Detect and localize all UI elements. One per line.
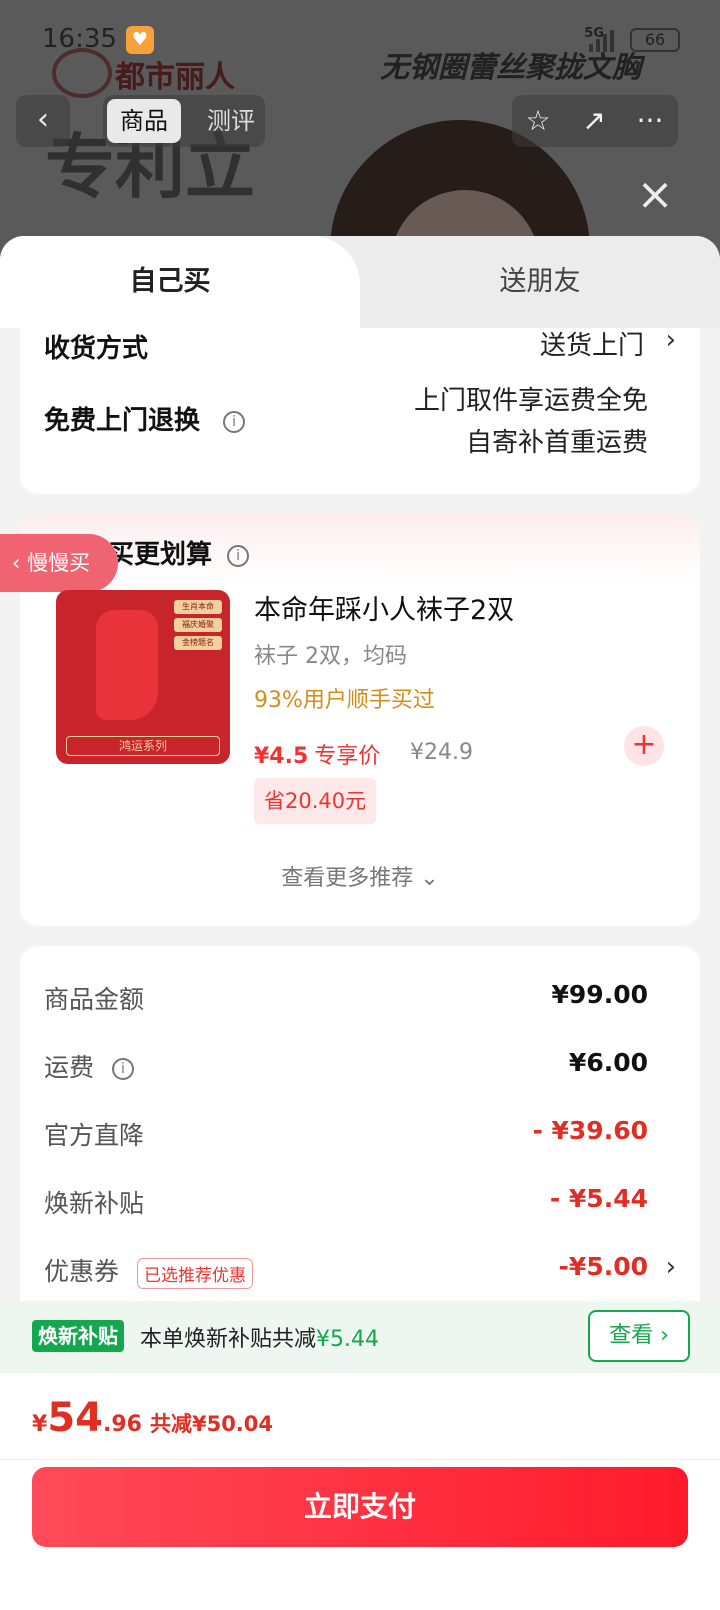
delivery-method-value[interactable]: 送货上门 [540,325,644,367]
image-badge: 福庆婚聚 [174,618,222,632]
share-icon[interactable]: ↗ [574,103,614,139]
payment-footer: ¥54.96 共减¥50.04 立即支付 [0,1373,720,1610]
image-series-label: 鸿运系列 [66,736,220,756]
summary-label: 焕新补贴 [44,1189,145,1218]
sock-illustration [96,610,158,720]
tab-self[interactable]: 自己买 [0,236,360,328]
summary-label: 运费 i [44,1048,134,1084]
subsidy-tag: 焕新补贴 [32,1320,124,1352]
purchase-mode-tabs: 送朋友 自己买 [0,236,720,328]
return-policy-details: 上门取件享运费全免 自寄补首重运费 [414,380,648,464]
info-icon[interactable]: i [227,544,250,567]
return-policy-text: 免费上门退换 [44,406,201,436]
close-icon[interactable]: × [632,172,678,218]
product-price: ¥4.5 专享价 [254,738,380,770]
chevron-right-icon: › [660,1323,669,1348]
plus-icon: + [631,727,657,762]
summary-label: 优惠券 已选推荐优惠 [44,1252,253,1289]
info-icon[interactable]: i [223,410,246,433]
back-button[interactable]: ‹ [16,95,70,147]
page-actions: ☆ ↗ ··· [512,95,678,147]
divider [0,1459,720,1460]
total-decimal: .96 [102,1412,142,1437]
summary-value: - ¥5.44 [549,1184,648,1213]
more-recommendations-label: 查看更多推荐 [281,866,414,891]
subsidy-banner: 焕新补贴 本单焕新补贴共减¥5.44 查看 › [0,1301,720,1373]
return-policy-line1: 上门取件享运费全免 [413,386,648,416]
subsidy-text-label: 本单焕新补贴共减 [140,1327,317,1352]
slow-buy-button[interactable]: ‹ 慢慢买 [0,534,118,592]
summary-value: -¥5.00 [558,1252,648,1281]
chevron-down-icon: ⌄ [420,866,439,891]
price-summary-card: 商品金额 ¥99.00 运费 i ¥6.00 官方直降 - ¥39.60 焕新补… [20,946,700,1316]
total-reduced: 共减¥50.04 [149,1412,274,1436]
product-name[interactable]: 本命年踩小人袜子2双 [254,588,514,627]
currency-symbol: ¥ [32,1412,48,1437]
product-price-value: ¥4.5 [254,744,309,769]
chevron-right-icon[interactable]: › [666,1252,676,1282]
subsidy-text: 本单焕新补贴共减¥5.44 [140,1321,379,1353]
product-image[interactable]: 生肖本命 福庆婚聚 金榜题名 鸿运系列 [56,590,230,764]
summary-label-text: 优惠券 [44,1257,120,1286]
summary-row-official-discount: 官方直降 - ¥39.60 [44,1116,676,1156]
delivery-method-label: 收货方式 [44,334,149,364]
chevron-right-icon[interactable]: › [666,325,676,355]
battery-icon: 66 [630,28,680,52]
image-badge: 生肖本命 [174,600,222,614]
page-tabs: 商品 测评 [103,95,265,147]
checkout-sheet: 送朋友 自己买 收货方式 送货上门 › 免费上门退换 i 上门取件享运费全免 自… [0,236,720,1610]
notification-icon: ♥ [126,26,154,54]
summary-row-coupon[interactable]: 优惠券 已选推荐优惠 -¥5.00 › [44,1252,676,1292]
view-subsidy-label: 查看 [609,1323,654,1348]
return-policy-label: 免费上门退换 i [44,400,246,437]
info-icon[interactable]: i [111,1058,134,1080]
total-price: ¥54.96 共减¥50.04 [32,1395,273,1441]
product-social-proof: 93%用户顺手买过 [254,688,435,713]
summary-row-subtotal: 商品金额 ¥99.00 [44,980,676,1020]
summary-label-text: 运费 [44,1053,95,1082]
product-original-price: ¥24.9 [410,740,473,765]
tab-review[interactable]: 测评 [207,99,255,143]
status-bar: 16:35 ♥ 5G 66 [42,24,680,60]
clock: 16:35 [42,24,117,54]
summary-label: 商品金额 [44,985,145,1014]
return-policy-line2: 自寄补首重运费 [465,428,648,458]
bundle-card: 顺手买更划算 i ‹ 慢慢买 生肖本命 福庆婚聚 金榜题名 鸿运系列 本命年踩小… [0,514,700,926]
subsidy-amount: ¥5.44 [316,1327,379,1352]
savings-badge: 省20.40元 [254,778,377,824]
add-item-button[interactable]: + [624,726,664,766]
summary-value: - ¥39.60 [532,1116,648,1145]
more-recommendations-link[interactable]: 查看更多推荐 ⌄ [20,860,700,892]
summary-label: 官方直降 [44,1121,145,1150]
product-spec: 袜子 2双，均码 [254,644,407,669]
delivery-card: 收货方式 送货上门 › 免费上门退换 i 上门取件享运费全免 自寄补首重运费 [20,325,700,494]
product-price-tag: 专享价 [314,744,381,769]
summary-value: ¥6.00 [568,1048,648,1077]
summary-row-subsidy: 焕新补贴 - ¥5.44 [44,1184,676,1224]
star-icon[interactable]: ☆ [518,103,558,139]
tab-gift[interactable]: 送朋友 [360,236,720,328]
summary-value: ¥99.00 [551,980,648,1009]
slow-buy-label: 慢慢买 [27,551,91,575]
summary-row-shipping: 运费 i ¥6.00 [44,1048,676,1088]
pay-now-button[interactable]: 立即支付 [32,1467,688,1547]
coupon-tag: 已选推荐优惠 [136,1257,253,1289]
total-integer: 54 [47,1395,103,1441]
chevron-left-icon: ‹ [37,102,49,137]
signal-icon [589,30,614,52]
tab-product[interactable]: 商品 [107,99,181,143]
view-subsidy-button[interactable]: 查看 › [588,1310,690,1362]
image-badge: 金榜题名 [174,636,222,650]
more-icon[interactable]: ··· [630,103,670,139]
